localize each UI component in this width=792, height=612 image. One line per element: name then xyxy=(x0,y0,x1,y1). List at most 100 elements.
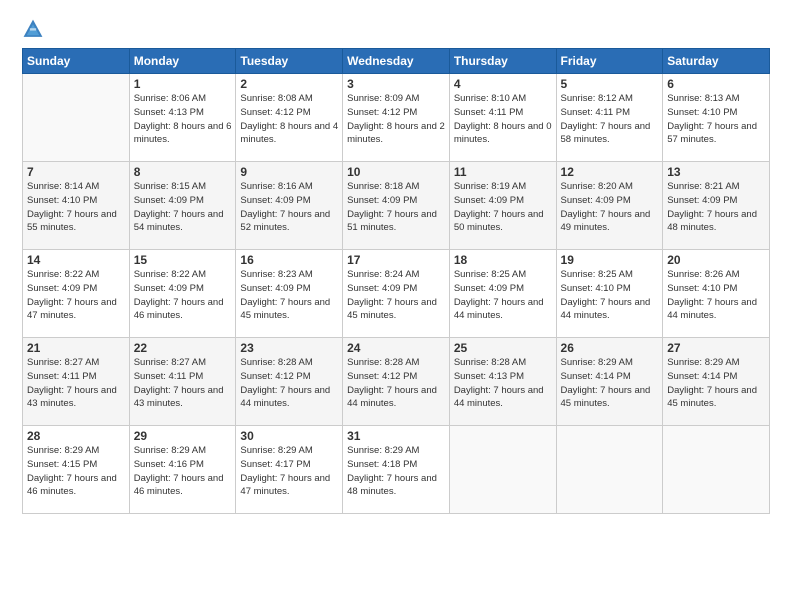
day-number: 9 xyxy=(240,165,338,179)
day-info: Sunrise: 8:28 AMSunset: 4:12 PMDaylight:… xyxy=(240,356,338,411)
calendar-cell: 18Sunrise: 8:25 AMSunset: 4:09 PMDayligh… xyxy=(449,250,556,338)
day-number: 24 xyxy=(347,341,445,355)
calendar-cell: 15Sunrise: 8:22 AMSunset: 4:09 PMDayligh… xyxy=(129,250,236,338)
day-info: Sunrise: 8:27 AMSunset: 4:11 PMDaylight:… xyxy=(27,356,125,411)
calendar-week-row: 14Sunrise: 8:22 AMSunset: 4:09 PMDayligh… xyxy=(23,250,770,338)
calendar-header-row: SundayMondayTuesdayWednesdayThursdayFrid… xyxy=(23,49,770,74)
day-info: Sunrise: 8:20 AMSunset: 4:09 PMDaylight:… xyxy=(561,180,659,235)
day-number: 16 xyxy=(240,253,338,267)
day-info: Sunrise: 8:22 AMSunset: 4:09 PMDaylight:… xyxy=(134,268,232,323)
day-number: 14 xyxy=(27,253,125,267)
day-number: 19 xyxy=(561,253,659,267)
day-number: 8 xyxy=(134,165,232,179)
logo-icon xyxy=(22,18,44,40)
day-info: Sunrise: 8:25 AMSunset: 4:09 PMDaylight:… xyxy=(454,268,552,323)
calendar-cell: 27Sunrise: 8:29 AMSunset: 4:14 PMDayligh… xyxy=(663,338,770,426)
day-header-saturday: Saturday xyxy=(663,49,770,74)
day-header-friday: Friday xyxy=(556,49,663,74)
day-info: Sunrise: 8:06 AMSunset: 4:13 PMDaylight:… xyxy=(134,92,232,147)
calendar-cell: 12Sunrise: 8:20 AMSunset: 4:09 PMDayligh… xyxy=(556,162,663,250)
calendar-cell: 25Sunrise: 8:28 AMSunset: 4:13 PMDayligh… xyxy=(449,338,556,426)
day-info: Sunrise: 8:10 AMSunset: 4:11 PMDaylight:… xyxy=(454,92,552,147)
day-number: 26 xyxy=(561,341,659,355)
day-number: 15 xyxy=(134,253,232,267)
day-info: Sunrise: 8:09 AMSunset: 4:12 PMDaylight:… xyxy=(347,92,445,147)
calendar-cell: 9Sunrise: 8:16 AMSunset: 4:09 PMDaylight… xyxy=(236,162,343,250)
calendar-cell xyxy=(663,426,770,514)
calendar-cell xyxy=(556,426,663,514)
calendar-cell: 16Sunrise: 8:23 AMSunset: 4:09 PMDayligh… xyxy=(236,250,343,338)
calendar-cell: 6Sunrise: 8:13 AMSunset: 4:10 PMDaylight… xyxy=(663,74,770,162)
calendar-cell: 21Sunrise: 8:27 AMSunset: 4:11 PMDayligh… xyxy=(23,338,130,426)
calendar-cell: 4Sunrise: 8:10 AMSunset: 4:11 PMDaylight… xyxy=(449,74,556,162)
day-info: Sunrise: 8:29 AMSunset: 4:14 PMDaylight:… xyxy=(667,356,765,411)
calendar-week-row: 28Sunrise: 8:29 AMSunset: 4:15 PMDayligh… xyxy=(23,426,770,514)
day-info: Sunrise: 8:25 AMSunset: 4:10 PMDaylight:… xyxy=(561,268,659,323)
calendar-cell: 10Sunrise: 8:18 AMSunset: 4:09 PMDayligh… xyxy=(343,162,450,250)
calendar-cell: 19Sunrise: 8:25 AMSunset: 4:10 PMDayligh… xyxy=(556,250,663,338)
calendar-week-row: 7Sunrise: 8:14 AMSunset: 4:10 PMDaylight… xyxy=(23,162,770,250)
day-info: Sunrise: 8:29 AMSunset: 4:17 PMDaylight:… xyxy=(240,444,338,499)
day-number: 27 xyxy=(667,341,765,355)
header xyxy=(22,18,770,40)
day-header-wednesday: Wednesday xyxy=(343,49,450,74)
day-info: Sunrise: 8:28 AMSunset: 4:13 PMDaylight:… xyxy=(454,356,552,411)
day-info: Sunrise: 8:22 AMSunset: 4:09 PMDaylight:… xyxy=(27,268,125,323)
calendar-cell: 14Sunrise: 8:22 AMSunset: 4:09 PMDayligh… xyxy=(23,250,130,338)
day-info: Sunrise: 8:29 AMSunset: 4:16 PMDaylight:… xyxy=(134,444,232,499)
day-info: Sunrise: 8:26 AMSunset: 4:10 PMDaylight:… xyxy=(667,268,765,323)
calendar-cell: 1Sunrise: 8:06 AMSunset: 4:13 PMDaylight… xyxy=(129,74,236,162)
day-number: 23 xyxy=(240,341,338,355)
day-number: 5 xyxy=(561,77,659,91)
day-number: 29 xyxy=(134,429,232,443)
calendar-cell: 30Sunrise: 8:29 AMSunset: 4:17 PMDayligh… xyxy=(236,426,343,514)
calendar-table: SundayMondayTuesdayWednesdayThursdayFrid… xyxy=(22,48,770,514)
day-info: Sunrise: 8:14 AMSunset: 4:10 PMDaylight:… xyxy=(27,180,125,235)
day-info: Sunrise: 8:23 AMSunset: 4:09 PMDaylight:… xyxy=(240,268,338,323)
calendar-cell: 2Sunrise: 8:08 AMSunset: 4:12 PMDaylight… xyxy=(236,74,343,162)
day-number: 7 xyxy=(27,165,125,179)
day-info: Sunrise: 8:21 AMSunset: 4:09 PMDaylight:… xyxy=(667,180,765,235)
day-info: Sunrise: 8:28 AMSunset: 4:12 PMDaylight:… xyxy=(347,356,445,411)
calendar-cell: 11Sunrise: 8:19 AMSunset: 4:09 PMDayligh… xyxy=(449,162,556,250)
calendar-cell: 17Sunrise: 8:24 AMSunset: 4:09 PMDayligh… xyxy=(343,250,450,338)
calendar-cell: 23Sunrise: 8:28 AMSunset: 4:12 PMDayligh… xyxy=(236,338,343,426)
day-number: 17 xyxy=(347,253,445,267)
calendar-cell: 29Sunrise: 8:29 AMSunset: 4:16 PMDayligh… xyxy=(129,426,236,514)
day-header-sunday: Sunday xyxy=(23,49,130,74)
calendar-cell: 26Sunrise: 8:29 AMSunset: 4:14 PMDayligh… xyxy=(556,338,663,426)
calendar-cell: 8Sunrise: 8:15 AMSunset: 4:09 PMDaylight… xyxy=(129,162,236,250)
day-number: 1 xyxy=(134,77,232,91)
day-number: 28 xyxy=(27,429,125,443)
day-info: Sunrise: 8:29 AMSunset: 4:18 PMDaylight:… xyxy=(347,444,445,499)
day-number: 3 xyxy=(347,77,445,91)
day-number: 11 xyxy=(454,165,552,179)
day-info: Sunrise: 8:27 AMSunset: 4:11 PMDaylight:… xyxy=(134,356,232,411)
day-info: Sunrise: 8:29 AMSunset: 4:15 PMDaylight:… xyxy=(27,444,125,499)
day-number: 20 xyxy=(667,253,765,267)
day-info: Sunrise: 8:12 AMSunset: 4:11 PMDaylight:… xyxy=(561,92,659,147)
day-number: 30 xyxy=(240,429,338,443)
day-number: 31 xyxy=(347,429,445,443)
calendar-cell: 3Sunrise: 8:09 AMSunset: 4:12 PMDaylight… xyxy=(343,74,450,162)
day-header-monday: Monday xyxy=(129,49,236,74)
day-number: 4 xyxy=(454,77,552,91)
day-info: Sunrise: 8:29 AMSunset: 4:14 PMDaylight:… xyxy=(561,356,659,411)
calendar-cell xyxy=(23,74,130,162)
calendar-cell: 28Sunrise: 8:29 AMSunset: 4:15 PMDayligh… xyxy=(23,426,130,514)
day-number: 6 xyxy=(667,77,765,91)
day-header-thursday: Thursday xyxy=(449,49,556,74)
calendar-cell: 31Sunrise: 8:29 AMSunset: 4:18 PMDayligh… xyxy=(343,426,450,514)
calendar-cell: 24Sunrise: 8:28 AMSunset: 4:12 PMDayligh… xyxy=(343,338,450,426)
day-number: 22 xyxy=(134,341,232,355)
day-info: Sunrise: 8:18 AMSunset: 4:09 PMDaylight:… xyxy=(347,180,445,235)
day-number: 13 xyxy=(667,165,765,179)
day-info: Sunrise: 8:24 AMSunset: 4:09 PMDaylight:… xyxy=(347,268,445,323)
day-info: Sunrise: 8:13 AMSunset: 4:10 PMDaylight:… xyxy=(667,92,765,147)
calendar-cell xyxy=(449,426,556,514)
day-number: 10 xyxy=(347,165,445,179)
day-number: 21 xyxy=(27,341,125,355)
calendar-week-row: 1Sunrise: 8:06 AMSunset: 4:13 PMDaylight… xyxy=(23,74,770,162)
calendar-cell: 7Sunrise: 8:14 AMSunset: 4:10 PMDaylight… xyxy=(23,162,130,250)
calendar-cell: 13Sunrise: 8:21 AMSunset: 4:09 PMDayligh… xyxy=(663,162,770,250)
